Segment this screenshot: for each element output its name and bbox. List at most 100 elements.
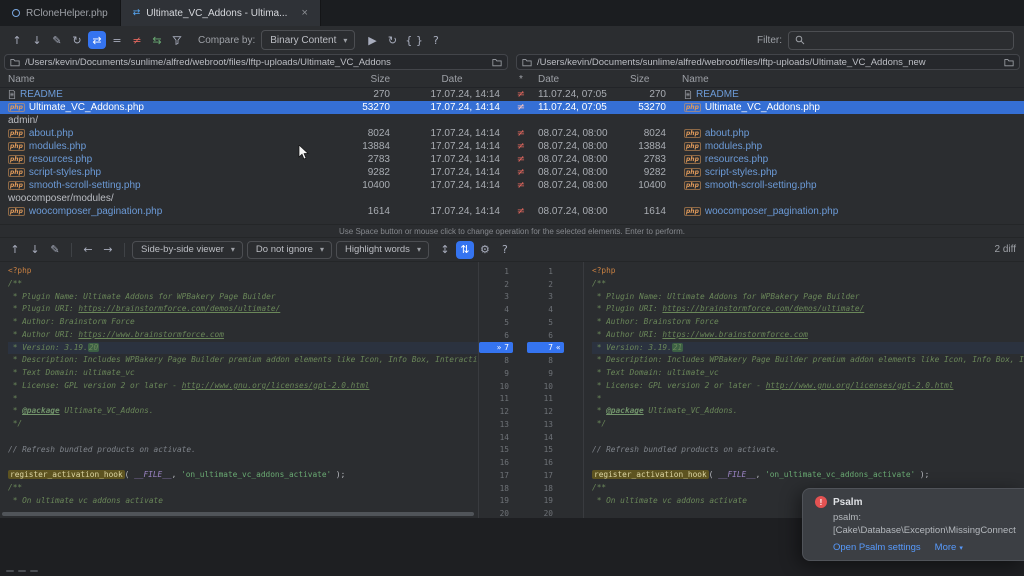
file-name-right: phpresources.php: [676, 154, 1024, 165]
help-icon[interactable]: ?: [427, 31, 445, 49]
previous-difference-icon[interactable]: ↑: [8, 31, 26, 49]
edit-source-icon[interactable]: ✎: [48, 31, 66, 49]
directory-row[interactable]: admin/: [0, 114, 1024, 127]
column-header-date_r[interactable]: Date: [534, 74, 624, 85]
line-number-right: 11«: [527, 393, 564, 404]
next-change-icon[interactable]: ↓: [26, 241, 44, 259]
sync-scrolling-toggle[interactable]: ⇅: [456, 241, 474, 259]
gutter-line: »99«: [479, 367, 583, 380]
file-date-right: 11.07.24, 07:05: [534, 102, 624, 113]
gutter-line: »44«: [479, 303, 583, 316]
gutter-line: »66«: [479, 329, 583, 342]
braces-icon[interactable]: { }: [403, 31, 425, 49]
file-name-left: phpscript-styles.php: [0, 167, 336, 178]
left-editor-hscrollbar[interactable]: [2, 512, 474, 516]
synchronize-icon[interactable]: ↻: [383, 31, 401, 49]
code-line: * @package Ultimate_VC_Addons.: [592, 405, 1024, 418]
line-number-right: 10«: [527, 381, 564, 392]
left-browse-folder-button[interactable]: [492, 58, 502, 67]
column-header-size_l[interactable]: Size: [336, 74, 396, 85]
show-new-files-icon[interactable]: ⇆: [148, 31, 166, 49]
show-equal-files-icon[interactable]: =: [108, 31, 126, 49]
file-date-left: 17.07.24, 14:14: [396, 180, 508, 191]
editor-tab[interactable]: ⇄Ultimate_VC_Addons - Ultima...×: [121, 0, 321, 26]
gutter-line: »11«: [479, 265, 583, 278]
jump-to-source-icon[interactable]: ✎: [46, 241, 64, 259]
right-editor[interactable]: <?php/** * Plugin Name: Ultimate Addons …: [584, 262, 1024, 518]
refresh-icon[interactable]: ↻: [68, 31, 86, 49]
left-editor[interactable]: <?php/** * Plugin Name: Ultimate Addons …: [0, 262, 478, 518]
go-right-icon[interactable]: →: [99, 241, 117, 259]
ignore-policy-select[interactable]: Do not ignore▾: [247, 241, 332, 259]
more-link[interactable]: More ▾: [935, 542, 963, 553]
php-icon: php: [8, 168, 25, 177]
file-name-right: README: [676, 89, 1024, 100]
swap-sides-icon[interactable]: ⇄: [88, 31, 106, 49]
filter-field[interactable]: [788, 31, 1014, 50]
viewer-mode-select[interactable]: Side-by-side viewer▾: [132, 241, 243, 259]
tab-close-icon[interactable]: ×: [301, 8, 307, 18]
diff-gutter: »11«»22«»33«»44«»55«»66«»77«»88«»99«»101…: [478, 262, 584, 518]
column-header-date_l[interactable]: Date: [396, 74, 508, 85]
file-row[interactable]: phpresources.php278317.07.24, 14:14≠08.0…: [0, 153, 1024, 166]
line-number-left: »18: [479, 483, 513, 494]
gutter-line: »1010«: [479, 380, 583, 393]
filter-input[interactable]: [810, 35, 1007, 46]
chevron-down-icon: ▾: [959, 544, 963, 552]
file-row[interactable]: phpscript-styles.php928217.07.24, 14:14≠…: [0, 166, 1024, 179]
line-number-right: 17«: [527, 470, 564, 481]
file-row[interactable]: phpsmooth-scroll-setting.php1040017.07.2…: [0, 179, 1024, 192]
code-line: * Author URI: https://www.brainstormforc…: [592, 329, 1024, 342]
code-line: register_activation_hook( __FILE__, 'on_…: [8, 469, 478, 482]
go-left-icon[interactable]: ←: [79, 241, 97, 259]
column-header-status[interactable]: *: [508, 74, 534, 85]
code-line: * Plugin URI: https://brainstormforce.co…: [592, 303, 1024, 316]
toolbar-icon-group-mid: ▶↻{ }?: [363, 31, 445, 49]
code-line: /**: [8, 278, 478, 291]
code-line: * Version: 3.19.20: [8, 342, 478, 355]
collapse-unchanged-icon[interactable]: ↕: [436, 241, 454, 259]
code-line: <?php: [8, 265, 478, 278]
diff-current-marker-left[interactable]: »7: [479, 342, 513, 353]
file-name-left: phpwoocomposer_pagination.php: [0, 206, 336, 217]
directory-row[interactable]: woocomposer/modules/: [0, 192, 1024, 205]
compare-by-select[interactable]: Binary Content ▾: [261, 30, 355, 50]
error-icon: !: [815, 496, 827, 508]
open-psalm-settings-link[interactable]: Open Psalm settings: [833, 542, 921, 553]
next-difference-icon[interactable]: ↓: [28, 31, 46, 49]
column-header-name_l[interactable]: Name: [0, 74, 336, 85]
ignore-policy-select-value: Do not ignore: [256, 244, 313, 255]
diff-current-marker-right[interactable]: 7«: [527, 342, 564, 353]
line-number-left: »1: [479, 266, 513, 277]
line-number-left: »19: [479, 495, 513, 506]
column-header-size_r[interactable]: Size: [624, 74, 676, 85]
right-editor-code: <?php/** * Plugin Name: Ultimate Addons …: [584, 262, 1024, 518]
status-not-equal-icon: ≠: [508, 180, 534, 191]
file-row[interactable]: phpwoocomposer_pagination.php161417.07.2…: [0, 205, 1024, 218]
help-icon[interactable]: ?: [496, 241, 514, 259]
show-different-files-icon[interactable]: ≠: [128, 31, 146, 49]
file-size-right: 9282: [624, 167, 676, 178]
file-row[interactable]: phpmodules.php1388417.07.24, 14:14≠08.07…: [0, 140, 1024, 153]
editor-tab[interactable]: RCloneHelper.php: [0, 0, 121, 26]
file-date-left: 17.07.24, 14:14: [396, 128, 508, 139]
gutter-line: »33«: [479, 291, 583, 304]
previous-change-icon[interactable]: ↑: [6, 241, 24, 259]
code-line: [592, 456, 1024, 469]
column-header-name_r[interactable]: Name: [676, 74, 1024, 85]
highlight-policy-select[interactable]: Highlight words▾: [336, 241, 429, 259]
line-number-right: 3«: [527, 291, 564, 302]
file-date-left: 17.07.24, 14:14: [396, 89, 508, 100]
line-number-left: »6: [479, 330, 513, 341]
filter-funnel-icon[interactable]: [168, 31, 186, 49]
file-row[interactable]: README27017.07.24, 14:14≠11.07.24, 07:05…: [0, 88, 1024, 101]
filter-label: Filter:: [757, 35, 782, 46]
right-path-field[interactable]: /Users/kevin/Documents/sunlime/alfred/we…: [516, 54, 1020, 70]
left-path-field[interactable]: /Users/kevin/Documents/sunlime/alfred/we…: [4, 54, 508, 70]
file-row[interactable]: phpabout.php802417.07.24, 14:14≠08.07.24…: [0, 127, 1024, 140]
settings-gear-icon[interactable]: ⚙: [476, 241, 494, 259]
file-row[interactable]: phpUltimate_VC_Addons.php5327017.07.24, …: [0, 101, 1024, 114]
right-browse-folder-button[interactable]: [1004, 58, 1014, 67]
status-not-equal-icon: ≠: [508, 206, 534, 217]
run-compare-icon[interactable]: ▶: [363, 31, 381, 49]
